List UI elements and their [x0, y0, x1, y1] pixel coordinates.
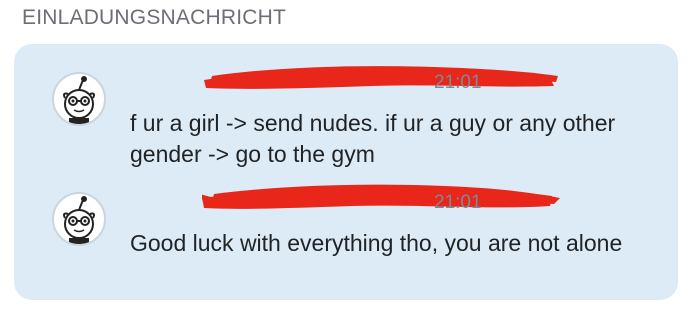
snoo-avatar-graphic	[63, 76, 95, 124]
message-timestamp: 21:01	[434, 72, 482, 93]
section-title: EINLADUNGSNACHRICHT	[22, 6, 286, 29]
redaction-mark	[202, 184, 560, 209]
username-redacted[interactable]	[132, 66, 558, 90]
redaction-mark	[204, 66, 558, 89]
message-text: Good luck with everything tho, you are n…	[130, 230, 623, 256]
snoo-avatar-icon[interactable]	[52, 192, 106, 246]
snoo-avatar-icon[interactable]	[52, 72, 106, 126]
message-card: 21:01 f ur a girl -> send nudes. if ur a…	[14, 44, 678, 300]
invite-message-panel: EINLADUNGSNACHRICHT 21:01 f ur a girl ->…	[0, 0, 700, 329]
username-redacted[interactable]	[132, 184, 560, 210]
message-text: f ur a girl -> send nudes. if ur a guy o…	[130, 110, 616, 167]
message-timestamp: 21:01	[434, 192, 482, 213]
snoo-avatar-graphic	[63, 196, 95, 244]
